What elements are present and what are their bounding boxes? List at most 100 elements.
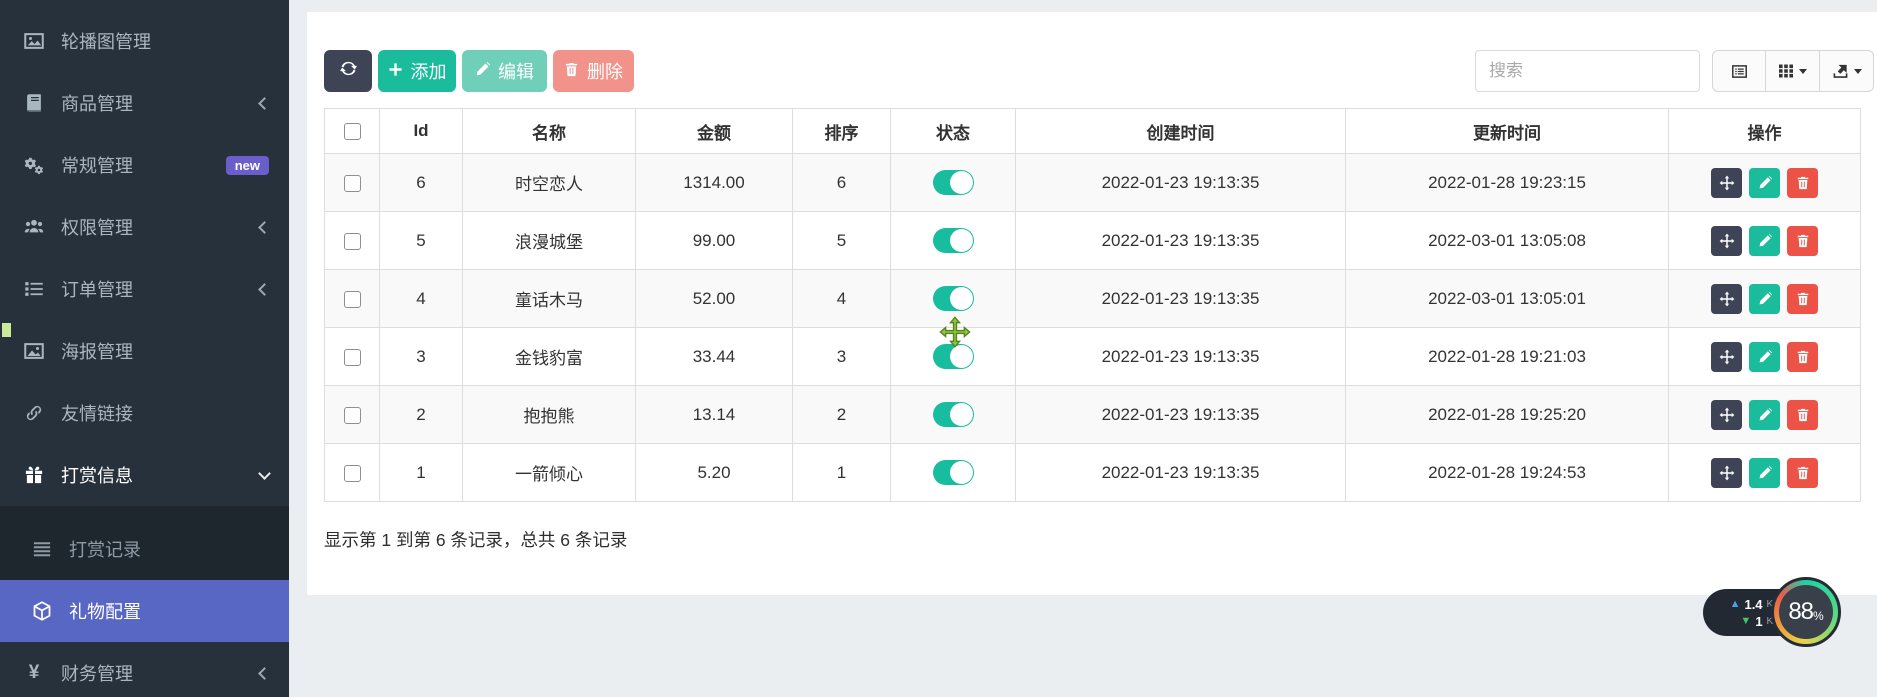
cell-id: 4: [380, 270, 463, 328]
status-toggle[interactable]: [933, 286, 974, 311]
header-name: 名称: [463, 109, 636, 154]
row-move-button[interactable]: [1711, 168, 1742, 198]
sidebar-item-posters[interactable]: 海报管理: [0, 320, 289, 382]
cell-id: 5: [380, 212, 463, 270]
cell-amount: 33.44: [636, 328, 793, 386]
screen-artifact-square: [2, 323, 11, 337]
gifts-table: Id 名称 金额 排序 状态 创建时间 更新时间 操作 6 时空恋人 1314.…: [324, 108, 1861, 502]
refresh-button[interactable]: [324, 50, 372, 92]
row-checkbox[interactable]: [344, 407, 361, 424]
cell-id: 3: [380, 328, 463, 386]
chevron-down-icon: [258, 467, 271, 480]
row-delete-button[interactable]: [1787, 226, 1818, 256]
cell-sort: 4: [793, 270, 891, 328]
sidebar-item-label: 打赏信息: [61, 462, 133, 488]
toggle-view-button[interactable]: [1712, 50, 1766, 92]
search-input[interactable]: [1475, 50, 1700, 92]
row-edit-button[interactable]: [1749, 458, 1780, 488]
header-select-all: [325, 109, 380, 154]
cell-id: 1: [380, 444, 463, 502]
sidebar-item-gift-config[interactable]: 礼物配置: [0, 580, 289, 642]
table-row: 4 童话木马 52.00 4 2022-01-23 19:13:35 2022-…: [325, 270, 1861, 328]
sidebar-item-label: 打赏记录: [69, 536, 141, 562]
row-edit-button[interactable]: [1749, 400, 1780, 430]
chevron-left-icon: [258, 221, 271, 234]
row-move-button[interactable]: [1711, 400, 1742, 430]
row-checkbox[interactable]: [344, 349, 361, 366]
row-move-button[interactable]: [1711, 342, 1742, 372]
row-checkbox[interactable]: [344, 291, 361, 308]
sidebar-item-links[interactable]: 友情链接: [0, 382, 289, 444]
main-content: 添加 编辑 删除: [289, 0, 1877, 697]
header-updated: 更新时间: [1346, 109, 1669, 154]
gauge-percent-sign: %: [1813, 609, 1824, 623]
pencil-icon: [1758, 350, 1772, 364]
row-move-button[interactable]: [1711, 284, 1742, 314]
cell-amount: 13.14: [636, 386, 793, 444]
sidebar-item-products[interactable]: 商品管理: [0, 72, 289, 134]
list-icon: [22, 279, 46, 299]
row-move-button[interactable]: [1711, 226, 1742, 256]
cell-updated: 2022-03-01 13:05:01: [1346, 270, 1669, 328]
speed-monitor-widget[interactable]: ▲ 1.4 K/s ▼ 1 K/s 88 %: [1703, 577, 1877, 647]
export-button[interactable]: [1820, 50, 1874, 92]
sidebar: 轮播图管理 商品管理 常规管理 new 权限管理 订单管理 海报管理: [0, 0, 289, 697]
sidebar-item-label: 礼物配置: [69, 598, 141, 624]
row-delete-button[interactable]: [1787, 458, 1818, 488]
sidebar-item-carousel[interactable]: 轮播图管理: [0, 10, 289, 72]
add-button[interactable]: 添加: [378, 50, 456, 92]
trash-icon: [564, 61, 579, 82]
sidebar-item-label: 常规管理: [61, 152, 133, 178]
select-all-checkbox[interactable]: [344, 123, 361, 140]
row-checkbox[interactable]: [344, 233, 361, 250]
status-toggle[interactable]: [933, 170, 974, 195]
sidebar-item-finance[interactable]: ¥ 财务管理: [0, 642, 289, 697]
trash-icon: [1796, 292, 1810, 306]
sidebar-item-permissions[interactable]: 权限管理: [0, 196, 289, 258]
cell-amount: 52.00: [636, 270, 793, 328]
row-edit-button[interactable]: [1749, 284, 1780, 314]
status-toggle[interactable]: [933, 402, 974, 427]
download-arrow-icon: ▼: [1740, 613, 1751, 630]
row-checkbox[interactable]: [344, 175, 361, 192]
pencil-icon: [475, 61, 490, 82]
trash-icon: [1796, 176, 1810, 190]
header-status: 状态: [891, 109, 1016, 154]
row-delete-button[interactable]: [1787, 400, 1818, 430]
cell-created: 2022-01-23 19:13:35: [1016, 270, 1346, 328]
header-id: Id: [380, 109, 463, 154]
columns-button[interactable]: [1766, 50, 1820, 92]
sidebar-item-rewards[interactable]: 打赏信息: [0, 444, 289, 506]
cell-sort: 1: [793, 444, 891, 502]
trash-icon: [1796, 408, 1810, 422]
move-icon: [1719, 349, 1735, 365]
row-checkbox[interactable]: [344, 465, 361, 482]
status-toggle[interactable]: [933, 460, 974, 485]
table-row: 6 时空恋人 1314.00 6 2022-01-23 19:13:35 202…: [325, 154, 1861, 212]
row-delete-button[interactable]: [1787, 168, 1818, 198]
status-toggle[interactable]: [933, 228, 974, 253]
add-button-label: 添加: [411, 58, 447, 84]
book-icon: [22, 93, 46, 113]
sidebar-item-reward-records[interactable]: 打赏记录: [0, 518, 289, 580]
chevron-left-icon: [258, 667, 271, 680]
row-delete-button[interactable]: [1787, 284, 1818, 314]
plus-icon: [388, 61, 403, 82]
sidebar-item-label: 订单管理: [61, 276, 133, 302]
move-icon: [1719, 233, 1735, 249]
sidebar-item-orders[interactable]: 订单管理: [0, 258, 289, 320]
sidebar-item-general[interactable]: 常规管理 new: [0, 134, 289, 196]
row-delete-button[interactable]: [1787, 342, 1818, 372]
new-badge: new: [226, 156, 269, 175]
move-icon: [1719, 465, 1735, 481]
memory-gauge: 88 %: [1771, 577, 1841, 647]
cell-updated: 2022-01-28 19:21:03: [1346, 328, 1669, 386]
row-move-button[interactable]: [1711, 458, 1742, 488]
status-toggle[interactable]: [933, 344, 974, 369]
delete-button[interactable]: 删除: [553, 50, 634, 92]
row-edit-button[interactable]: [1749, 226, 1780, 256]
row-edit-button[interactable]: [1749, 168, 1780, 198]
row-edit-button[interactable]: [1749, 342, 1780, 372]
cell-name: 一箭倾心: [463, 444, 636, 502]
edit-button[interactable]: 编辑: [462, 50, 547, 92]
